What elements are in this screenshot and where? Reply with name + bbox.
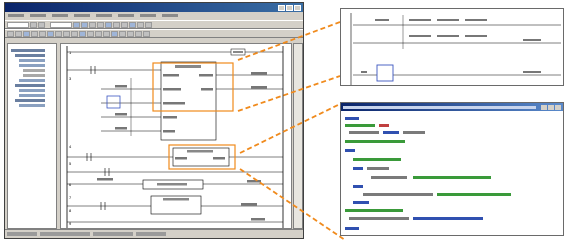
zoom-cursor	[376, 64, 394, 82]
minimize-button[interactable]	[541, 104, 547, 110]
callout-line-top-2	[237, 75, 341, 112]
zoom-ladder-diagram	[350, 13, 561, 85]
close-button[interactable]	[555, 104, 561, 110]
maximize-button[interactable]	[548, 104, 554, 110]
callout-line-bottom	[239, 103, 341, 154]
zoom-ladder-window	[340, 8, 564, 86]
callout-line-top	[237, 21, 341, 61]
callout-line-bottom-2	[239, 168, 346, 241]
st-window-title-bar	[341, 103, 563, 111]
st-editor-window	[340, 102, 564, 236]
st-code-area[interactable]	[341, 111, 563, 235]
